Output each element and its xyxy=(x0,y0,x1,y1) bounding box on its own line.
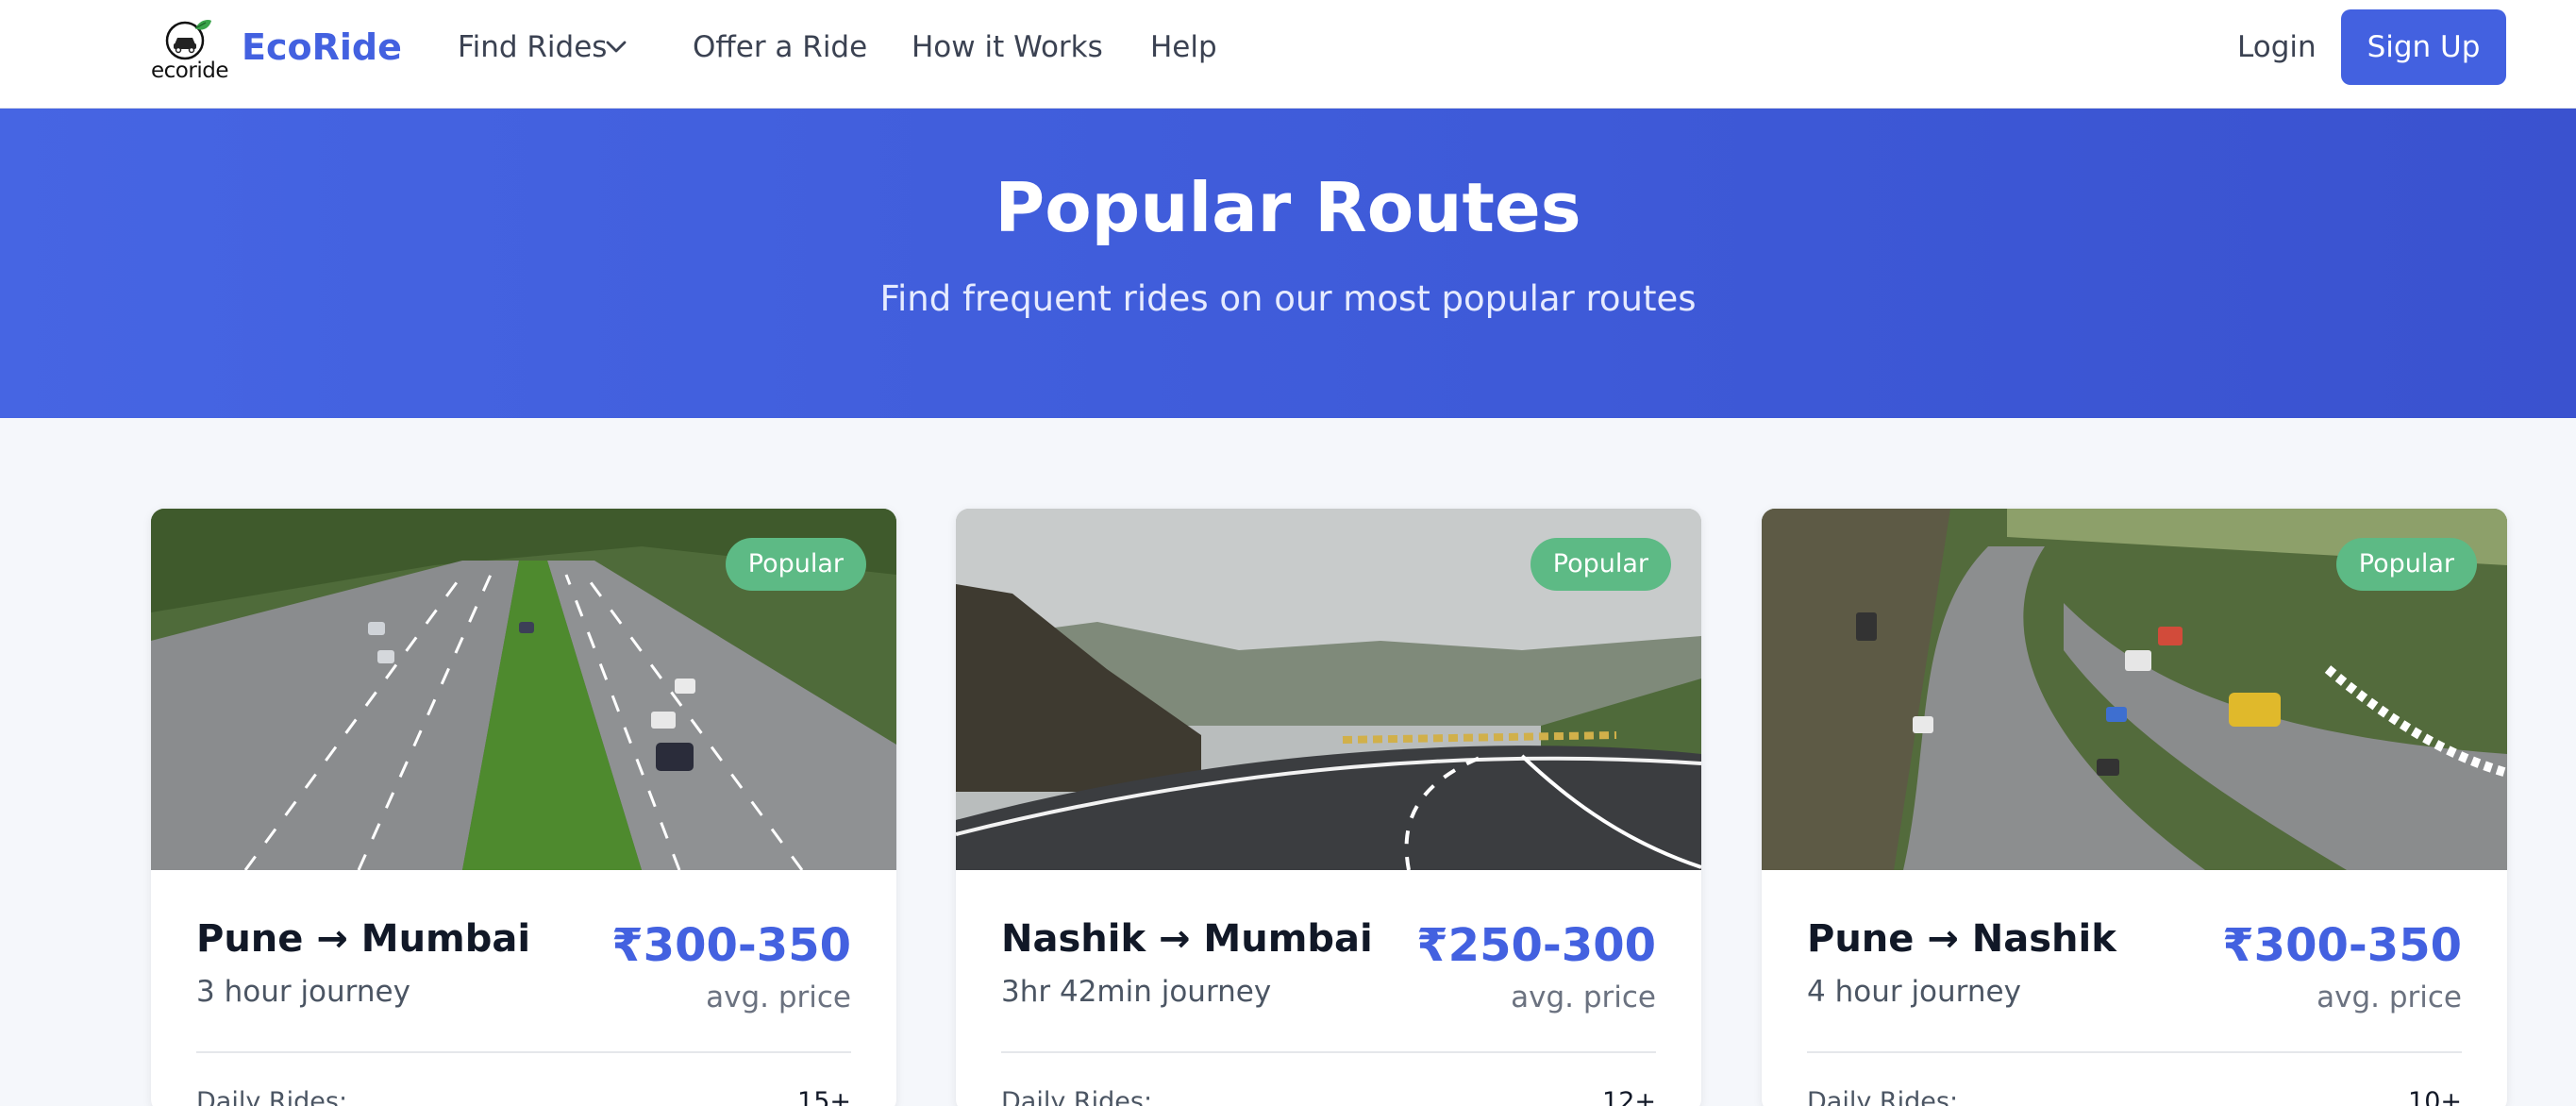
price-label: avg. price xyxy=(706,980,851,1014)
logo[interactable]: ecoride xyxy=(151,13,228,92)
nav-offer-ride[interactable]: Offer a Ride xyxy=(693,30,867,64)
daily-rides-value: 15+ xyxy=(797,1087,851,1106)
hero-banner: Popular Routes Find frequent rides on ou… xyxy=(0,109,2576,418)
route-duration: 4 hour journey xyxy=(1807,975,2021,1009)
logo-text: ecoride xyxy=(151,59,228,83)
login-link[interactable]: Login xyxy=(2237,30,2317,64)
route-card[interactable]: Popular Nashik → Mumbai 3hr 42min journe… xyxy=(956,509,1701,1106)
page-title: Popular Routes xyxy=(995,168,1581,247)
nav-find-rides[interactable]: Find Rides xyxy=(458,30,607,64)
price-label: avg. price xyxy=(2317,980,2462,1014)
price-label: avg. price xyxy=(1511,980,1656,1014)
route-title: Pune → Mumbai xyxy=(196,917,531,961)
daily-rides-value: 12+ xyxy=(1602,1087,1656,1106)
car-leaf-icon xyxy=(165,19,211,60)
route-price: ₹300-350 xyxy=(2222,919,2462,972)
route-price: ₹250-300 xyxy=(1416,919,1656,972)
route-duration: 3 hour journey xyxy=(196,975,410,1009)
route-card[interactable]: Popular Pune → Mumbai 3 hour journey ₹30… xyxy=(151,509,896,1106)
page-subtitle: Find frequent rides on our most popular … xyxy=(879,278,1697,319)
popular-badge: Popular xyxy=(2335,538,2477,591)
nav-help[interactable]: Help xyxy=(1150,30,1217,64)
daily-rides-label: Daily Rides: xyxy=(196,1087,348,1106)
signup-button[interactable]: Sign Up xyxy=(2341,9,2506,85)
chevron-down-icon[interactable] xyxy=(604,38,628,57)
card-divider xyxy=(196,1051,851,1053)
daily-rides-label: Daily Rides: xyxy=(1807,1087,1959,1106)
navbar: ecoride EcoRide Find Rides Offer a Ride … xyxy=(0,0,2576,109)
route-card[interactable]: Popular Pune → Nashik 4 hour journey ₹30… xyxy=(1762,509,2507,1106)
popular-badge: Popular xyxy=(725,538,866,591)
nav-how-it-works[interactable]: How it Works xyxy=(912,30,1103,64)
popular-badge: Popular xyxy=(1530,538,1671,591)
route-price: ₹300-350 xyxy=(611,919,851,972)
card-divider xyxy=(1807,1051,2462,1053)
brand-name[interactable]: EcoRide xyxy=(242,26,402,68)
route-title: Nashik → Mumbai xyxy=(1001,917,1373,961)
route-duration: 3hr 42min journey xyxy=(1001,975,1272,1009)
daily-rides-label: Daily Rides: xyxy=(1001,1087,1153,1106)
daily-rides-value: 10+ xyxy=(2408,1087,2462,1106)
card-divider xyxy=(1001,1051,1656,1053)
route-title: Pune → Nashik xyxy=(1807,917,2116,961)
